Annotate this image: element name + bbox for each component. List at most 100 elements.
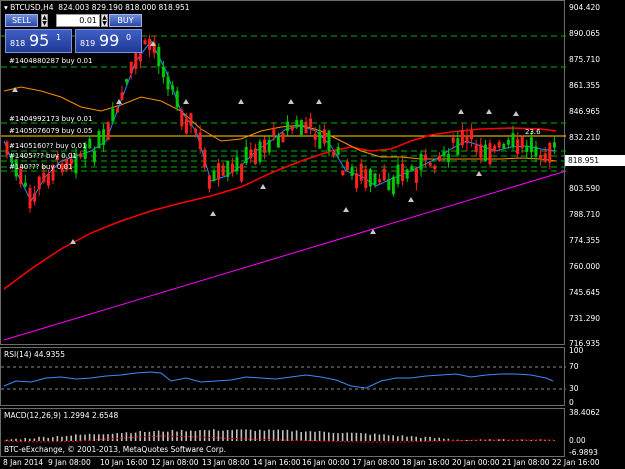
ask-price-main: 99: [99, 31, 120, 50]
macd-panel[interactable]: MACD(12,26,9) 1.2994 2.6548 BTC-eExchang…: [0, 408, 565, 457]
lot-increase-arrow-icon[interactable]: ▲ ▼: [101, 14, 108, 27]
candle-body: [355, 173, 359, 189]
candle-body: [437, 155, 441, 162]
macd-bar: [337, 433, 339, 441]
macd-bar: [553, 440, 555, 441]
time-tick: 16 Jan 00:00: [302, 458, 350, 467]
macd-bar: [75, 434, 77, 441]
sell-button[interactable]: SELL: [5, 14, 38, 27]
macd-bar: [15, 438, 17, 441]
macd-bar: [157, 430, 160, 441]
order-label[interactable]: #140??? buy 0.01: [9, 163, 72, 171]
macd-bar: [249, 429, 252, 441]
macd-bar: [364, 433, 367, 441]
rsi-axis-tick: 70: [569, 362, 579, 371]
order-label[interactable]: #1404992173 buy 0.01: [9, 115, 92, 123]
candle-body: [226, 160, 230, 177]
bid-price-box[interactable]: 818 95 1: [5, 29, 72, 53]
order-label[interactable]: #1404880287 buy 0.01: [9, 57, 92, 65]
candle-body: [322, 129, 326, 144]
candle-body: [88, 138, 92, 149]
macd-bar: [383, 434, 385, 441]
candle-body: [138, 53, 142, 62]
candle-body: [134, 52, 138, 69]
moving-average-orange: [3, 86, 557, 162]
candle-body: [488, 143, 492, 165]
candle-body: [37, 176, 41, 190]
candle-body: [286, 121, 290, 131]
price-tick: 875.710: [569, 55, 601, 64]
order-label[interactable]: #1405076079 buy 0.05: [9, 127, 92, 135]
macd-bar: [466, 440, 468, 441]
macd-bar: [125, 432, 128, 441]
candle-body: [120, 92, 124, 100]
candle-body: [175, 90, 179, 108]
candle-body: [161, 66, 165, 78]
price-tick: 731.290: [569, 314, 601, 323]
time-tick: 14 Jan 16:00: [253, 458, 301, 467]
candle-body: [276, 136, 280, 148]
candle-body: [493, 145, 497, 152]
lot-decrease-arrow-icon[interactable]: ▲ ▼: [41, 14, 48, 27]
macd-bar: [171, 429, 174, 441]
macd-axis-tick: 38.4062: [569, 408, 601, 417]
macd-bar: [401, 435, 404, 441]
buy-button[interactable]: BUY: [109, 14, 142, 27]
macd-bar: [424, 436, 427, 441]
macd-bar: [111, 433, 114, 441]
candle-body: [318, 132, 322, 149]
lot-size-input[interactable]: 0.01: [56, 14, 100, 27]
time-tick: 8 Jan 2014: [3, 458, 44, 467]
macd-bar: [282, 430, 284, 441]
macd-bar: [318, 430, 321, 441]
macd-bar: [52, 437, 54, 441]
header-triangle-icon: ▾: [4, 3, 8, 12]
trend-line[interactable]: [3, 170, 567, 341]
order-label[interactable]: #1405??? buy 0.01: [9, 152, 77, 160]
candle-body: [502, 143, 506, 149]
price-tick: 774.355: [569, 236, 601, 245]
macd-bar: [406, 436, 408, 441]
candle-body: [451, 137, 455, 143]
candle-body: [184, 118, 188, 134]
macd-bar: [194, 431, 197, 441]
candle-body: [465, 135, 469, 144]
order-label[interactable]: #1405160?? buy 0.01: [9, 142, 87, 150]
candle-body: [336, 147, 340, 155]
macd-bar: [98, 434, 100, 441]
fractal-arrow-icon: [316, 99, 322, 104]
macd-bar: [369, 434, 371, 441]
macd-bar: [38, 436, 40, 441]
time-tick: 18 Jan 16:00: [402, 458, 450, 467]
fib-annotation: 23.6: [525, 128, 541, 136]
macd-bar: [433, 438, 436, 441]
macd-bar: [507, 440, 509, 441]
ask-price-box[interactable]: 819 99 0: [75, 29, 142, 53]
macd-bar: [341, 433, 344, 441]
macd-bar: [102, 434, 105, 441]
candle-body: [272, 129, 276, 135]
macd-bar: [305, 431, 307, 441]
ohlc-values: 824.003 829.190 818.000 818.951: [58, 3, 190, 12]
candle-body: [46, 174, 50, 186]
macd-bar: [415, 436, 417, 441]
price-chart-panel[interactable]: 23.6 ▾ BTCUSD,H4 824.003 829.190 818.000…: [0, 0, 567, 345]
candle-body: [391, 176, 395, 195]
bid-price-main: 95: [29, 31, 50, 50]
macd-bar: [374, 433, 376, 441]
rsi-panel[interactable]: RSI(14) 44.9355: [0, 347, 566, 406]
fractal-arrow-icon: [288, 99, 294, 104]
macd-bar: [392, 435, 394, 441]
one-click-trading-panel[interactable]: SELL ▲ ▼ 0.01 ▲ ▼ BUY 818 95 1 819 99 0: [5, 14, 142, 54]
candle-body: [424, 154, 428, 161]
candle-body: [506, 139, 510, 145]
time-tick: 13 Jan 08:00: [202, 458, 250, 467]
candle-body: [364, 169, 368, 188]
macd-bar: [346, 432, 348, 441]
candle-body: [552, 142, 556, 148]
candle-body: [529, 137, 533, 153]
candle-body: [327, 130, 331, 151]
price-tick: 904.420: [569, 3, 601, 12]
macd-title: MACD(12,26,9) 1.2994 2.6548: [4, 411, 119, 420]
macd-bar: [56, 436, 59, 441]
